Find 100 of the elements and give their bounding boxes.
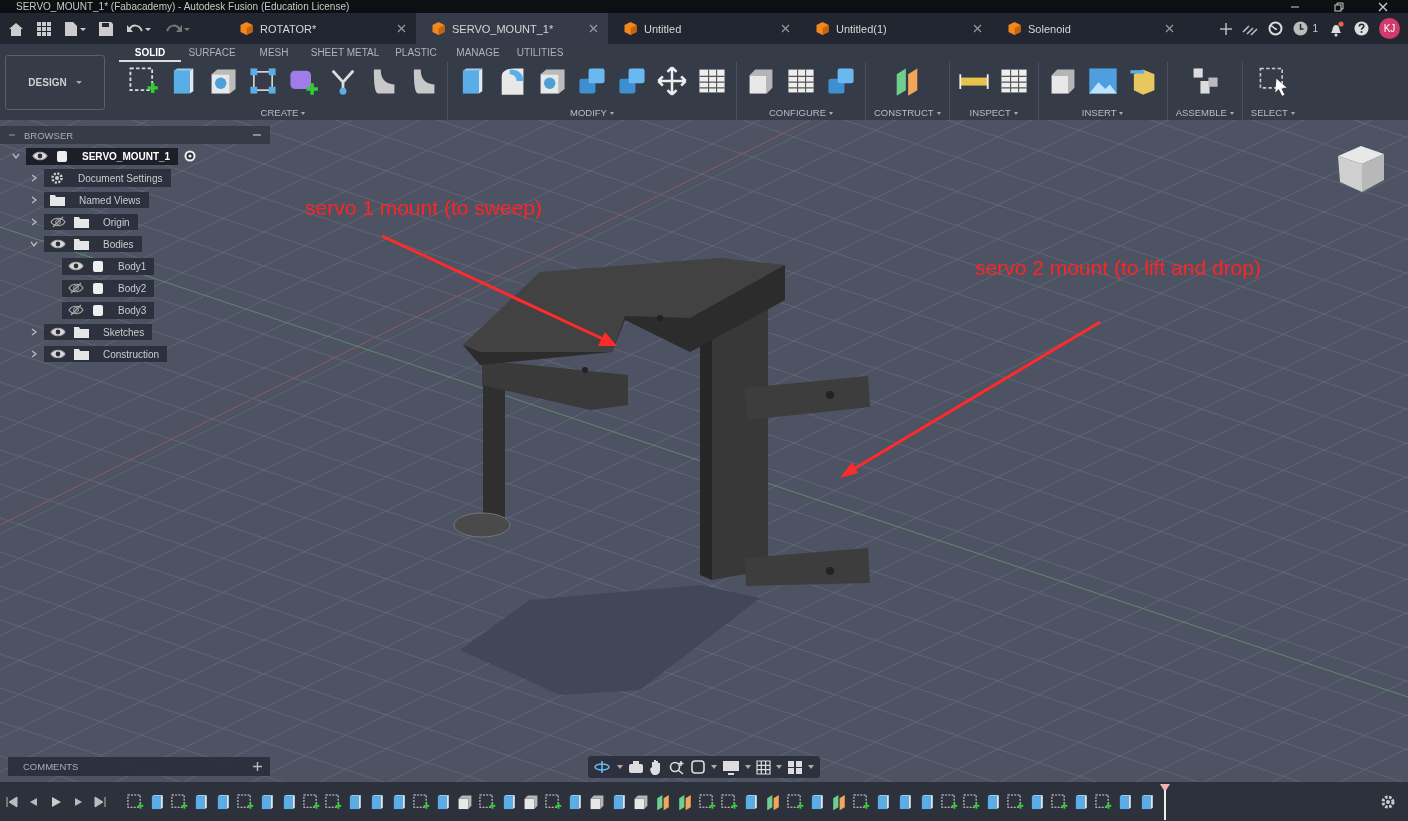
plus-icon[interactable] [1220,22,1233,35]
zoom-icon[interactable] [669,759,685,775]
sketch-icon[interactable] [478,792,496,811]
tool-group-dropdown[interactable]: INSPECT [969,107,1018,118]
minimize-icon[interactable] [252,131,262,139]
tool-group-dropdown[interactable]: MODIFY [570,107,614,118]
tool-group-dropdown[interactable]: ASSEMBLE [1175,107,1234,118]
skip-to-end-icon[interactable] [94,795,106,808]
sketch-icon[interactable] [698,792,716,811]
eye-icon[interactable] [32,150,48,162]
tool-group-dropdown[interactable]: INSERT [1081,107,1124,118]
play-icon[interactable] [50,795,62,808]
close-icon[interactable] [1165,24,1174,33]
globe-icon[interactable] [1268,21,1284,36]
chevron-icon[interactable] [30,240,38,248]
plane-icon[interactable] [830,792,848,811]
tool-group-dropdown[interactable]: CONFIGURE [769,107,833,118]
pattern-icon[interactable] [247,65,279,97]
chevron-icon[interactable] [30,196,38,204]
timeline-marker[interactable] [1160,783,1170,820]
sketch-icon[interactable] [962,792,980,811]
chevron-icon[interactable] [30,174,38,182]
sketch-icon[interactable] [1094,792,1112,811]
activate-radio-icon[interactable] [184,150,197,162]
viewports-icon[interactable] [787,759,803,775]
settings-icon[interactable] [1380,793,1396,810]
toolbar-tab[interactable]: MESH [243,44,305,62]
caret-icon[interactable] [711,764,717,770]
plane-icon[interactable] [764,792,782,811]
file-icon[interactable] [64,20,86,37]
sketch-icon[interactable] [940,792,958,811]
image-icon[interactable] [1086,65,1119,97]
toolbar-tab[interactable]: MANAGE [447,44,509,62]
workspace-dropdown[interactable]: DESIGN [5,54,105,110]
close-icon[interactable] [781,24,790,33]
toolbar-tab[interactable]: SHEET METAL [305,44,385,62]
skip-to-start-icon[interactable] [6,795,18,808]
save-icon[interactable] [98,20,114,37]
tool-group-dropdown[interactable]: CONSTRUCT [874,107,941,118]
stack-icon[interactable] [825,65,857,97]
clock-icon[interactable] [1293,21,1309,36]
document-tab[interactable]: Untitled [608,13,800,44]
close-icon[interactable] [973,24,982,33]
step-back-icon[interactable] [28,795,40,808]
sketch-icon[interactable] [324,792,342,811]
caret-icon[interactable] [776,764,782,770]
toolbar-tab[interactable]: SOLID [119,44,181,62]
sketch-icon[interactable] [236,792,254,811]
move-icon[interactable] [656,65,688,97]
fit-icon[interactable] [690,759,706,775]
user-avatar[interactable]: KJ [1379,18,1400,39]
plus-icon[interactable] [253,762,262,771]
eye-icon[interactable] [50,238,66,250]
document-tab[interactable]: Untitled(1) [800,13,992,44]
close-icon[interactable] [397,24,406,33]
eye-icon[interactable] [68,260,84,272]
sketch-icon[interactable] [126,792,144,811]
display-icon[interactable] [722,759,740,775]
step-forward-icon[interactable] [72,795,84,808]
caret-icon[interactable] [808,764,814,770]
apps-grid-icon[interactable] [36,20,52,37]
chevron-icon[interactable] [30,350,38,358]
comments-panel[interactable]: COMMENTS [8,757,270,776]
chevron-icon[interactable] [30,218,38,226]
sketch-icon[interactable] [1006,792,1024,811]
orbit-icon[interactable] [594,760,612,774]
toolbar-tab[interactable]: SURFACE [181,44,243,62]
help-icon[interactable] [1354,21,1369,36]
home-icon[interactable] [8,20,24,37]
caret-icon[interactable] [617,764,623,770]
hidden-eye-icon[interactable] [68,304,84,316]
grid-icon[interactable] [756,759,771,775]
sketch-icon[interactable] [720,792,738,811]
bell-icon[interactable] [1328,20,1344,37]
plane-icon[interactable] [676,792,694,811]
toolbar-tab[interactable]: PLASTIC [385,44,447,62]
sketch-icon[interactable] [170,792,188,811]
plane-icon[interactable] [654,792,672,811]
close-icon[interactable] [1378,1,1388,12]
eye-icon[interactable] [50,326,66,338]
hidden-eye-icon[interactable] [50,216,66,228]
sketch-icon[interactable] [544,792,562,811]
stack-icon[interactable] [576,65,608,97]
restore-icon[interactable] [1334,1,1344,12]
sketch-icon[interactable] [786,792,804,811]
sketch-icon[interactable] [302,792,320,811]
hidden-eye-icon[interactable] [68,282,84,294]
toolbar-tab[interactable]: UTILITIES [509,44,571,62]
eye-icon[interactable] [50,348,66,360]
stack-icon[interactable] [616,65,648,97]
chevron-icon[interactable] [12,152,20,160]
chevron-icon[interactable] [30,328,38,336]
tool-group-dropdown[interactable]: SELECT [1250,107,1295,118]
sketch-icon[interactable] [1050,792,1068,811]
document-tab[interactable]: ROTATOR* [224,13,416,44]
sketch-icon[interactable] [412,792,430,811]
tool-group-dropdown[interactable]: CREATE [260,107,306,118]
document-tab[interactable]: Solenoid [992,13,1184,44]
document-tab[interactable]: SERVO_MOUNT_1* [416,13,608,44]
sketch-icon[interactable] [852,792,870,811]
